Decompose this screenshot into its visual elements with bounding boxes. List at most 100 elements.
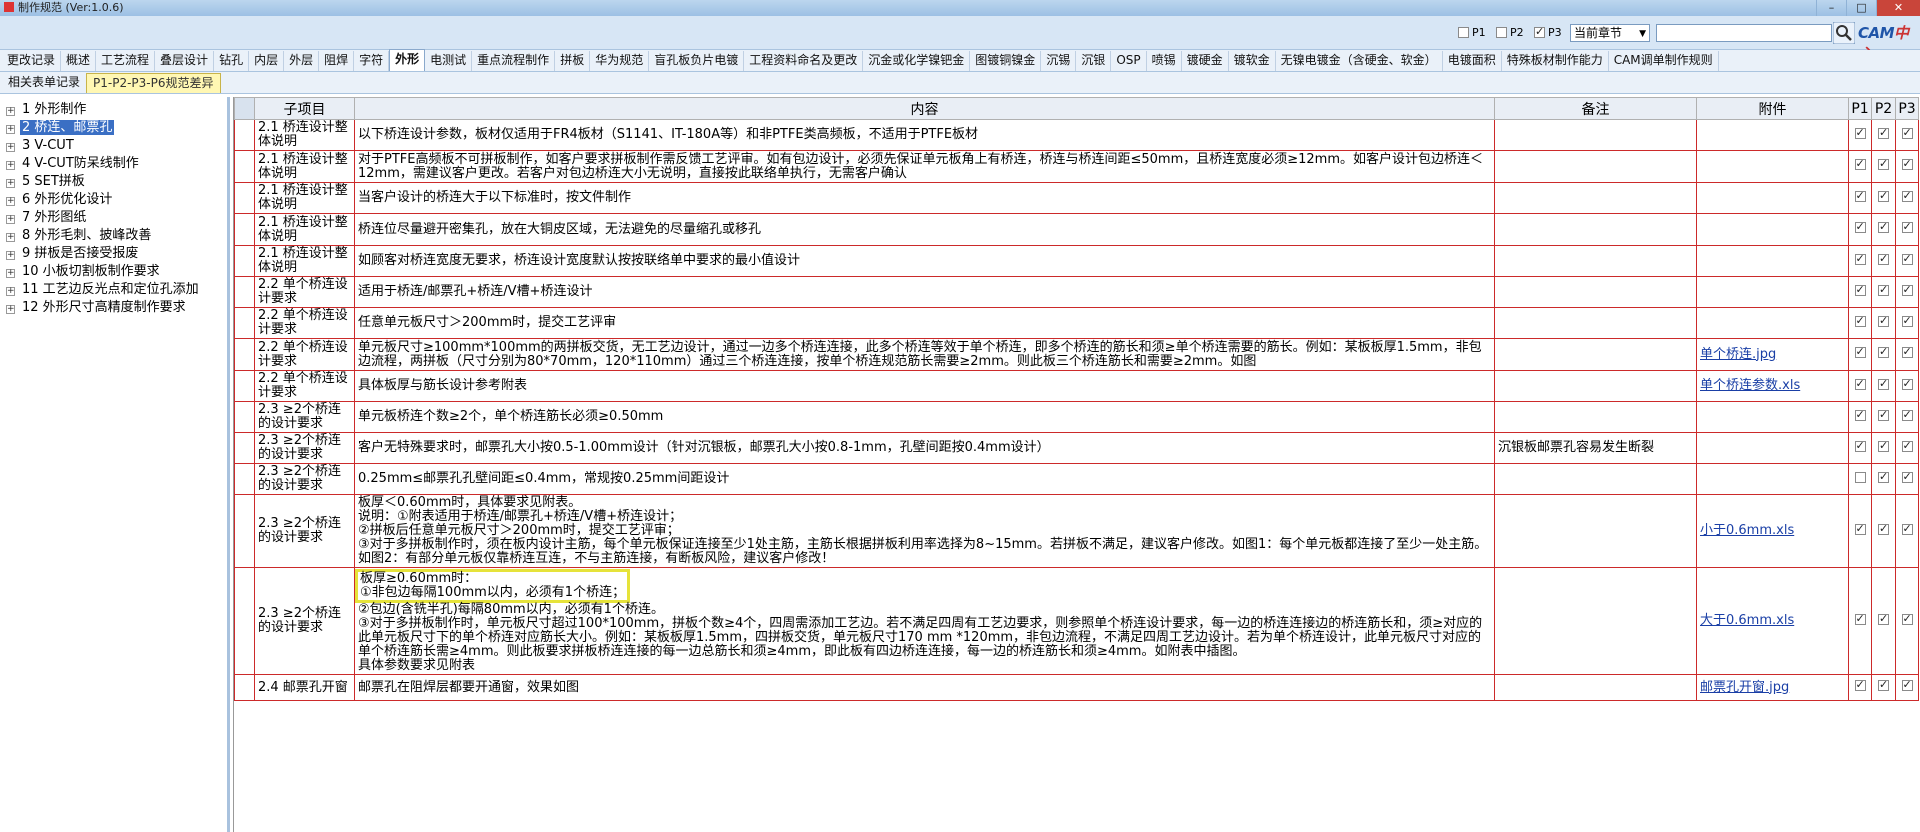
checkbox-box[interactable] bbox=[1901, 678, 1913, 692]
cell-p2[interactable] bbox=[1871, 463, 1896, 495]
table-row[interactable]: 2.2 单个桥连设计要求 具体板厚与筋长设计参考附表 单个桥连参数.xls bbox=[234, 370, 1919, 402]
cell-p2[interactable] bbox=[1871, 567, 1896, 675]
checkbox-box[interactable] bbox=[1854, 612, 1866, 626]
tree-node[interactable]: +5 SET拼板 bbox=[0, 173, 227, 191]
row-header[interactable] bbox=[234, 119, 255, 151]
checkbox-box[interactable] bbox=[1878, 126, 1889, 140]
checkbox-box[interactable] bbox=[1854, 408, 1866, 422]
tab-item[interactable]: 工程资料命名及更改 bbox=[744, 51, 864, 71]
row-header[interactable] bbox=[234, 432, 255, 464]
table-row[interactable]: 2.1 桥连设计整体说明 如顾客对桥连宽度无要求，桥连设计宽度默认按按联络单中要求… bbox=[234, 245, 1919, 277]
tree-node[interactable]: +3 V-CUT bbox=[0, 137, 227, 155]
column-header[interactable]: 备注 bbox=[1494, 97, 1697, 120]
checkbox-box[interactable] bbox=[1901, 377, 1913, 391]
checkbox-box[interactable] bbox=[1878, 522, 1889, 536]
table-row[interactable]: 2.3 ≥2个桥连的设计要求 板厚＜0.60mm时，具体要求见附表。 说明：①附表适… bbox=[234, 494, 1919, 568]
row-header[interactable] bbox=[234, 307, 255, 339]
attachment-link[interactable]: 大于0.6mm.xls bbox=[1700, 613, 1794, 628]
checkbox-box[interactable] bbox=[1854, 283, 1866, 297]
tab-item[interactable]: 概述 bbox=[61, 51, 97, 71]
cell-p2[interactable] bbox=[1871, 432, 1896, 464]
row-header[interactable] bbox=[234, 276, 255, 308]
subtab-item[interactable]: P1-P2-P3-P6规范差异 bbox=[86, 73, 221, 93]
attachment-link[interactable]: 单个桥连参数.xls bbox=[1700, 378, 1800, 393]
tab-item[interactable]: 沉金或化学镍钯金 bbox=[863, 51, 971, 71]
checkbox-box[interactable] bbox=[1854, 377, 1866, 391]
cell-p1[interactable] bbox=[1848, 401, 1872, 433]
cell-p1[interactable] bbox=[1848, 245, 1872, 277]
expand-icon[interactable]: + bbox=[6, 161, 15, 170]
row-header[interactable] bbox=[234, 401, 255, 433]
checkbox-box[interactable] bbox=[1901, 522, 1913, 536]
search-input[interactable] bbox=[1656, 24, 1832, 42]
expand-icon[interactable]: + bbox=[6, 251, 15, 260]
row-header[interactable] bbox=[234, 674, 255, 701]
checkbox-box[interactable] bbox=[1878, 439, 1889, 453]
tree-node[interactable]: +2 桥连、邮票孔 bbox=[0, 119, 227, 137]
checkbox-box[interactable] bbox=[1901, 189, 1913, 203]
tab-item[interactable]: 无镍电镀金（含硬金、软金） bbox=[1276, 51, 1443, 71]
cell-p1[interactable] bbox=[1848, 370, 1872, 402]
checkbox-box[interactable] bbox=[1901, 157, 1913, 171]
cell-p3[interactable] bbox=[1895, 182, 1919, 214]
checkbox-box[interactable] bbox=[1854, 678, 1866, 692]
checkbox-box[interactable] bbox=[1854, 345, 1866, 359]
checkbox-box[interactable] bbox=[1901, 408, 1913, 422]
cell-p2[interactable] bbox=[1871, 182, 1896, 214]
cell-p3[interactable] bbox=[1895, 674, 1919, 701]
column-header[interactable]: 附件 bbox=[1696, 97, 1849, 120]
tab-item[interactable]: 镀硬金 bbox=[1182, 51, 1229, 71]
checkbox-box[interactable] bbox=[1854, 189, 1866, 203]
checkbox-box[interactable] bbox=[1878, 377, 1889, 391]
cell-p2[interactable] bbox=[1871, 150, 1896, 183]
tab-item[interactable]: 阻焊 bbox=[319, 51, 355, 71]
checkbox-box[interactable] bbox=[1901, 439, 1913, 453]
cell-p1[interactable] bbox=[1848, 182, 1872, 214]
tab-item[interactable]: 钻孔 bbox=[214, 51, 250, 71]
row-header[interactable] bbox=[234, 245, 255, 277]
cell-p3[interactable] bbox=[1895, 338, 1919, 371]
checkbox-box[interactable] bbox=[1854, 522, 1866, 536]
tab-item[interactable]: 华为规范 bbox=[590, 51, 650, 71]
expand-icon[interactable]: + bbox=[6, 269, 15, 278]
expand-icon[interactable]: + bbox=[6, 305, 15, 314]
checkbox-box[interactable] bbox=[1854, 252, 1866, 266]
checkbox-box[interactable] bbox=[1878, 220, 1889, 234]
tab-item[interactable]: 电测试 bbox=[425, 51, 473, 71]
expand-icon[interactable]: + bbox=[6, 215, 15, 224]
cell-p2[interactable] bbox=[1871, 338, 1896, 371]
attachment-link[interactable]: 邮票孔开窗.jpg bbox=[1700, 680, 1789, 695]
close-icon[interactable]: ✕ bbox=[1876, 0, 1920, 16]
cell-p3[interactable] bbox=[1895, 119, 1919, 151]
cell-p3[interactable] bbox=[1895, 245, 1919, 277]
checkbox-box[interactable] bbox=[1878, 252, 1889, 266]
search-icon[interactable] bbox=[1833, 22, 1855, 44]
cell-p2[interactable] bbox=[1871, 494, 1896, 568]
cell-p1[interactable] bbox=[1848, 150, 1872, 183]
table-row[interactable]: 2.1 桥连设计整体说明 对于PTFE高频板不可拼板制作，如客户要求拼板制作需反馈… bbox=[234, 150, 1919, 183]
tab-item[interactable]: 更改记录 bbox=[2, 51, 62, 71]
table-row[interactable]: 2.2 单个桥连设计要求 任意单元板尺寸＞200mm时，提交工艺评审 bbox=[234, 307, 1919, 339]
cell-p3[interactable] bbox=[1895, 213, 1919, 246]
checkbox-box[interactable] bbox=[1854, 471, 1866, 483]
filter-p3-checkbox[interactable]: P3 bbox=[1534, 25, 1562, 39]
row-header[interactable] bbox=[234, 213, 255, 246]
row-header[interactable] bbox=[234, 463, 255, 495]
table-corner[interactable] bbox=[234, 97, 255, 120]
checkbox-box[interactable] bbox=[1878, 283, 1889, 297]
tab-item[interactable]: 叠层设计 bbox=[155, 51, 215, 71]
tab-item[interactable]: 电镀面积 bbox=[1443, 51, 1502, 71]
tree-node[interactable]: +8 外形毛刺、披峰改善 bbox=[0, 227, 227, 245]
table-row[interactable]: 2.4 邮票孔开窗 邮票孔在阻焊层都要开通窗，效果如图 邮票孔开窗.jpg bbox=[234, 674, 1919, 701]
cell-p1[interactable] bbox=[1848, 494, 1872, 568]
column-header[interactable]: P3 bbox=[1895, 97, 1919, 120]
cell-p2[interactable] bbox=[1871, 245, 1896, 277]
tab-item[interactable]: 特殊板材制作能力 bbox=[1502, 51, 1609, 71]
checkbox-box[interactable] bbox=[1901, 283, 1913, 297]
tree-node[interactable]: +11 工艺边反光点和定位孔添加 bbox=[0, 281, 227, 299]
column-header[interactable]: P1 bbox=[1848, 97, 1872, 120]
subtab-item[interactable]: 相关表单记录 bbox=[2, 73, 86, 93]
checkbox-box[interactable] bbox=[1854, 439, 1866, 453]
filter-p2-checkbox[interactable]: P2 bbox=[1496, 26, 1524, 39]
cell-p3[interactable] bbox=[1895, 370, 1919, 402]
